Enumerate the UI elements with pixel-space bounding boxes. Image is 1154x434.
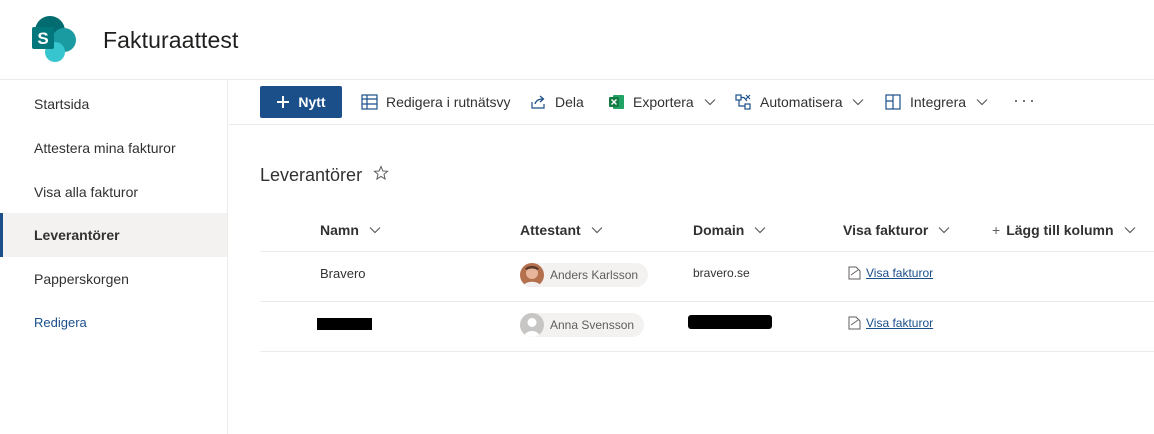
flow-icon [735, 94, 751, 110]
list-title: Leverantörer [260, 165, 363, 185]
nav-item-papperskorgen[interactable]: Papperskorgen [0, 257, 227, 301]
chevron-down-icon [754, 227, 766, 234]
more-commands-button[interactable]: ··· [1013, 86, 1037, 118]
document-icon [848, 266, 861, 280]
column-header-label: Attestant [520, 222, 581, 238]
column-header-attestant[interactable]: Attestant [520, 222, 603, 238]
chevron-down-icon [1124, 227, 1135, 234]
invoices-link-text[interactable]: Visa fakturor [866, 316, 933, 330]
redacted-name [317, 318, 372, 330]
integrate-label: Integrera [910, 94, 967, 110]
edit-grid-button[interactable]: Redigera i rutnätsvy [361, 86, 511, 118]
attestant-name: Anders Karlsson [550, 268, 639, 282]
export-button[interactable]: Exportera [608, 86, 716, 118]
sharepoint-logo-icon[interactable]: S [30, 14, 82, 64]
nav-edit-link[interactable]: Redigera [0, 301, 227, 345]
row-1-domain: bravero.se [693, 266, 750, 280]
left-navigation: Startsida Attestera mina fakturor Visa a… [0, 80, 228, 434]
chevron-down-icon [591, 227, 603, 234]
column-header-label: Namn [320, 222, 359, 238]
nav-item-startsida[interactable]: Startsida [0, 82, 227, 126]
row-2-invoices-link[interactable]: Visa fakturor [848, 316, 933, 330]
column-header-domain[interactable]: Domain [693, 222, 766, 238]
excel-icon [609, 95, 624, 109]
nav-item-visa-alla[interactable]: Visa alla fakturor [0, 170, 227, 214]
redacted-domain [688, 315, 772, 329]
row-divider [260, 351, 1154, 352]
column-header-namn[interactable]: Namn [320, 222, 381, 238]
share-icon [531, 95, 545, 109]
share-label: Dela [555, 94, 584, 110]
automate-label: Automatisera [760, 94, 843, 110]
column-header-label: Visa fakturor [843, 222, 929, 238]
document-icon [848, 316, 861, 330]
row-1-invoices-link[interactable]: Visa fakturor [848, 266, 933, 280]
add-column-button[interactable]: + Lägg till kolumn [992, 222, 1136, 238]
row-divider [260, 301, 1154, 302]
add-column-plus: + [992, 222, 1001, 238]
attestant-name: Anna Svensson [550, 318, 635, 332]
row-2-attestant[interactable]: Anna Svensson [520, 313, 645, 337]
chevron-down-icon [704, 99, 716, 106]
avatar [520, 263, 544, 287]
add-column-label: Lägg till kolumn [1006, 222, 1114, 238]
nav-item-leverantorer[interactable]: Leverantörer [0, 213, 227, 257]
chevron-down-icon [938, 227, 950, 234]
logo-letter: S [37, 29, 48, 48]
plus-icon [277, 96, 290, 108]
column-header-label: Domain [693, 222, 745, 238]
row-1-attestant[interactable]: Anders Karlsson [520, 263, 649, 287]
site-header: S Fakturaattest [0, 0, 1154, 80]
avatar [520, 313, 544, 337]
grid-icon [361, 94, 378, 110]
chevron-down-icon [369, 227, 381, 234]
integrate-button[interactable]: Integrera [885, 86, 988, 118]
command-bar: Nytt Redigera i rutnätsvy Dela Exportera [229, 80, 1154, 125]
star-icon[interactable] [373, 165, 389, 186]
new-button[interactable]: Nytt [260, 86, 342, 118]
new-button-label: Nytt [298, 94, 326, 110]
row-1-name[interactable]: Bravero [320, 266, 366, 281]
edit-grid-label: Redigera i rutnätsvy [386, 94, 511, 110]
column-header-visa-fakturor[interactable]: Visa fakturor [843, 222, 950, 238]
site-title[interactable]: Fakturaattest [103, 27, 239, 54]
chevron-down-icon [853, 99, 864, 106]
nav-item-attestera[interactable]: Attestera mina fakturor [0, 126, 227, 170]
header-divider [260, 251, 1154, 252]
integrate-icon [885, 94, 901, 110]
automate-button[interactable]: Automatisera [735, 86, 864, 118]
share-button[interactable]: Dela [530, 86, 584, 118]
invoices-link-text[interactable]: Visa fakturor [866, 266, 933, 280]
chevron-down-icon [976, 99, 988, 106]
export-label: Exportera [633, 94, 694, 110]
